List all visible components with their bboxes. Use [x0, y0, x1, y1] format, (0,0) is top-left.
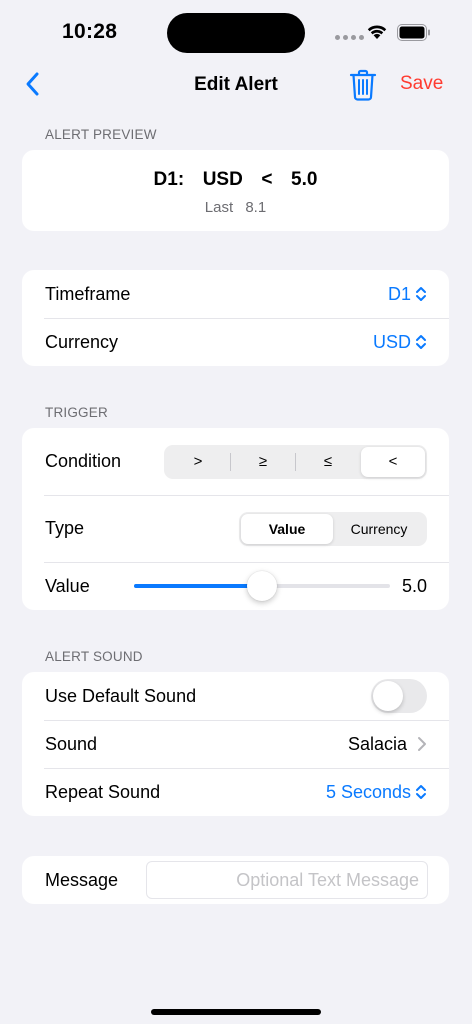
- chevron-left-icon: [26, 72, 39, 96]
- back-button[interactable]: [20, 70, 48, 98]
- condition-option[interactable]: >: [166, 447, 230, 477]
- message-row: Message: [22, 856, 449, 904]
- type-option-selected[interactable]: Value: [241, 513, 333, 544]
- value-slider[interactable]: [133, 571, 390, 601]
- condition-label: Condition: [45, 451, 122, 471]
- currency-row[interactable]: Currency USD: [22, 318, 449, 366]
- alert-sound-card: Use Default Sound Sound Salacia Repeat S…: [22, 672, 449, 816]
- alert-preview-last: Last 8.1: [22, 199, 449, 216]
- value-row: Value 5.0: [22, 562, 449, 610]
- chevron-right-icon: [418, 737, 426, 751]
- navigation-bar: Edit Alert Save: [0, 64, 472, 104]
- general-settings-card: Timeframe D1 Currency USD: [22, 270, 449, 366]
- currency-value: USD: [372, 331, 411, 352]
- trash-icon: [349, 69, 377, 101]
- section-header-alert-sound: ALERT SOUND: [45, 649, 143, 664]
- save-button[interactable]: Save: [400, 73, 443, 95]
- wifi-icon: [367, 25, 387, 39]
- section-header-trigger: TRIGGER: [45, 405, 108, 420]
- alert-preview-card: D1: USD < 5.0 Last 8.1: [22, 150, 449, 231]
- last-value: 8.1: [245, 199, 267, 216]
- message-input[interactable]: [146, 861, 428, 899]
- delete-button[interactable]: [349, 69, 377, 101]
- repeat-sound-value: 5 Seconds: [325, 781, 411, 802]
- home-indicator: [151, 1009, 321, 1015]
- dynamic-island: [167, 13, 305, 53]
- timeframe-value: D1: [387, 283, 411, 304]
- default-sound-label: Use Default Sound: [45, 685, 197, 706]
- battery-icon: [397, 24, 430, 41]
- repeat-sound-label: Repeat Sound: [45, 781, 161, 802]
- currency-label: Currency: [45, 331, 119, 352]
- condition-option[interactable]: ≥: [231, 447, 295, 477]
- status-time: 10:28: [62, 20, 118, 43]
- condition-row: Condition > ≥ ≤ <: [22, 428, 449, 495]
- sound-value-group: Salacia: [348, 734, 427, 755]
- type-option[interactable]: Currency: [333, 514, 425, 544]
- status-bar: 10:28: [0, 0, 472, 64]
- value-label: Value: [45, 575, 90, 596]
- message-card: Message: [22, 856, 449, 904]
- default-sound-toggle[interactable]: [371, 679, 427, 713]
- message-label: Message: [45, 869, 119, 890]
- type-label: Type: [45, 518, 85, 538]
- condition-segmented-control[interactable]: > ≥ ≤ <: [164, 444, 427, 479]
- section-header-alert-preview: ALERT PREVIEW: [45, 127, 157, 142]
- condition-option[interactable]: ≤: [296, 447, 360, 477]
- chevron-up-down-icon: [416, 785, 426, 799]
- condition-option-selected[interactable]: <: [361, 446, 425, 477]
- timeframe-picker[interactable]: D1: [388, 284, 427, 305]
- cellular-signal-icon: [335, 35, 364, 40]
- default-sound-row: Use Default Sound: [22, 672, 449, 720]
- chevron-up-down-icon: [416, 335, 426, 349]
- sound-value: Salacia: [347, 733, 407, 754]
- repeat-sound-picker[interactable]: 5 Seconds: [326, 782, 427, 803]
- sound-row[interactable]: Sound Salacia: [22, 720, 449, 768]
- timeframe-row[interactable]: Timeframe D1: [22, 270, 449, 318]
- type-row: Type Value Currency: [22, 495, 449, 562]
- repeat-sound-row[interactable]: Repeat Sound 5 Seconds: [22, 768, 449, 816]
- toggle-knob: [373, 681, 403, 711]
- trigger-card: Condition > ≥ ≤ < Type Value Currency Va…: [22, 428, 449, 610]
- timeframe-label: Timeframe: [45, 283, 131, 304]
- last-label: Last: [204, 199, 234, 216]
- currency-picker[interactable]: USD: [373, 332, 427, 353]
- slider-fill: [133, 584, 262, 588]
- sound-label: Sound: [45, 733, 98, 754]
- slider-thumb[interactable]: [246, 571, 277, 601]
- value-display: 5.0: [401, 575, 427, 596]
- chevron-up-down-icon: [416, 287, 426, 301]
- type-segmented-control[interactable]: Value Currency: [239, 511, 427, 546]
- alert-preview-expression: D1: USD < 5.0: [153, 169, 318, 190]
